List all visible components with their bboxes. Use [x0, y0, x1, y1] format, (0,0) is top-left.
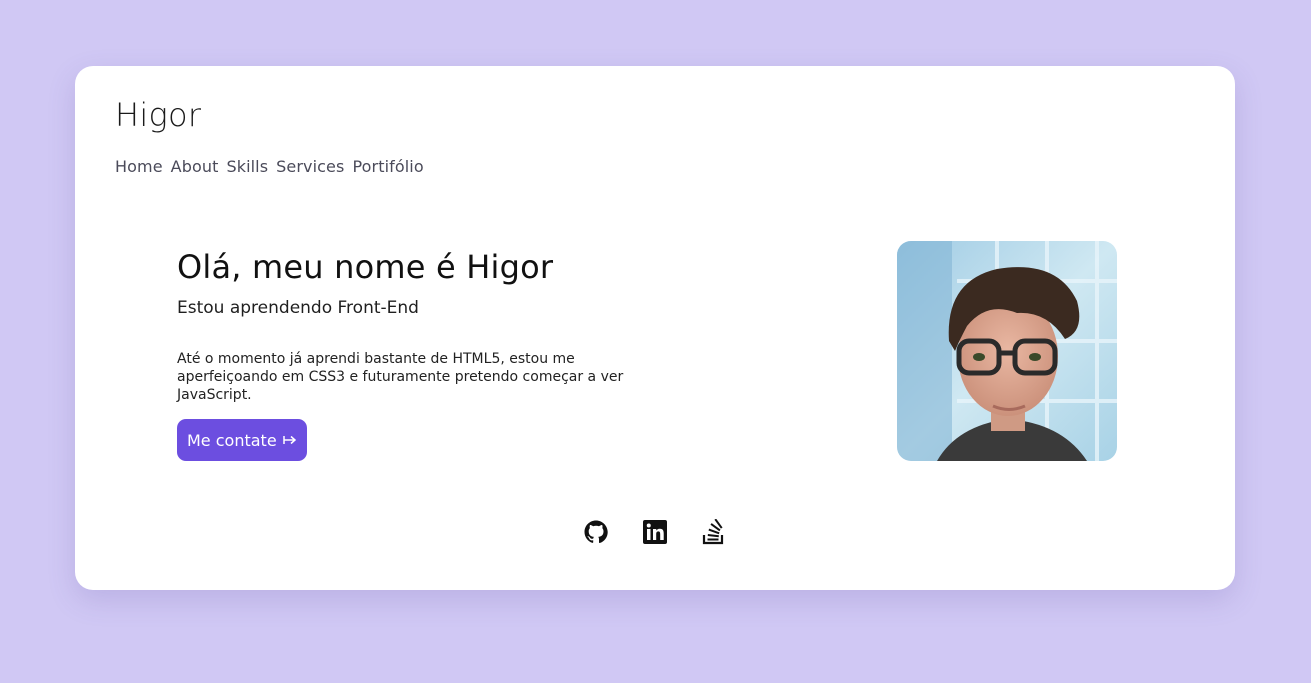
nav-link-about[interactable]: About [171, 157, 219, 176]
main-nav: Home About Skills Services Portifólio [115, 157, 424, 176]
site-logo[interactable]: Higor [115, 96, 201, 134]
nav-link-skills[interactable]: Skills [226, 157, 268, 176]
contact-button[interactable]: Me contate [177, 419, 307, 461]
github-icon[interactable] [584, 518, 608, 546]
linkedin-icon[interactable] [643, 518, 667, 546]
arrow-right-bar-icon [282, 431, 297, 450]
profile-photo [897, 241, 1117, 461]
hero-title: Olá, meu nome é Higor [177, 248, 554, 286]
nav-link-services[interactable]: Services [276, 157, 344, 176]
hero-description: Até o momento já aprendi bastante de HTM… [177, 351, 624, 403]
nav-link-portfolio[interactable]: Portifólio [352, 157, 423, 176]
stackoverflow-icon[interactable] [702, 518, 726, 546]
contact-button-label: Me contate [187, 430, 277, 450]
nav-link-home[interactable]: Home [115, 157, 163, 176]
main-card: Higor Home About Skills Services Portifó… [75, 66, 1235, 590]
social-links [75, 518, 1235, 546]
hero-subtitle: Estou aprendendo Front-End [177, 298, 419, 318]
hero-section: Olá, meu nome é Higor Estou aprendendo F… [177, 248, 697, 404]
